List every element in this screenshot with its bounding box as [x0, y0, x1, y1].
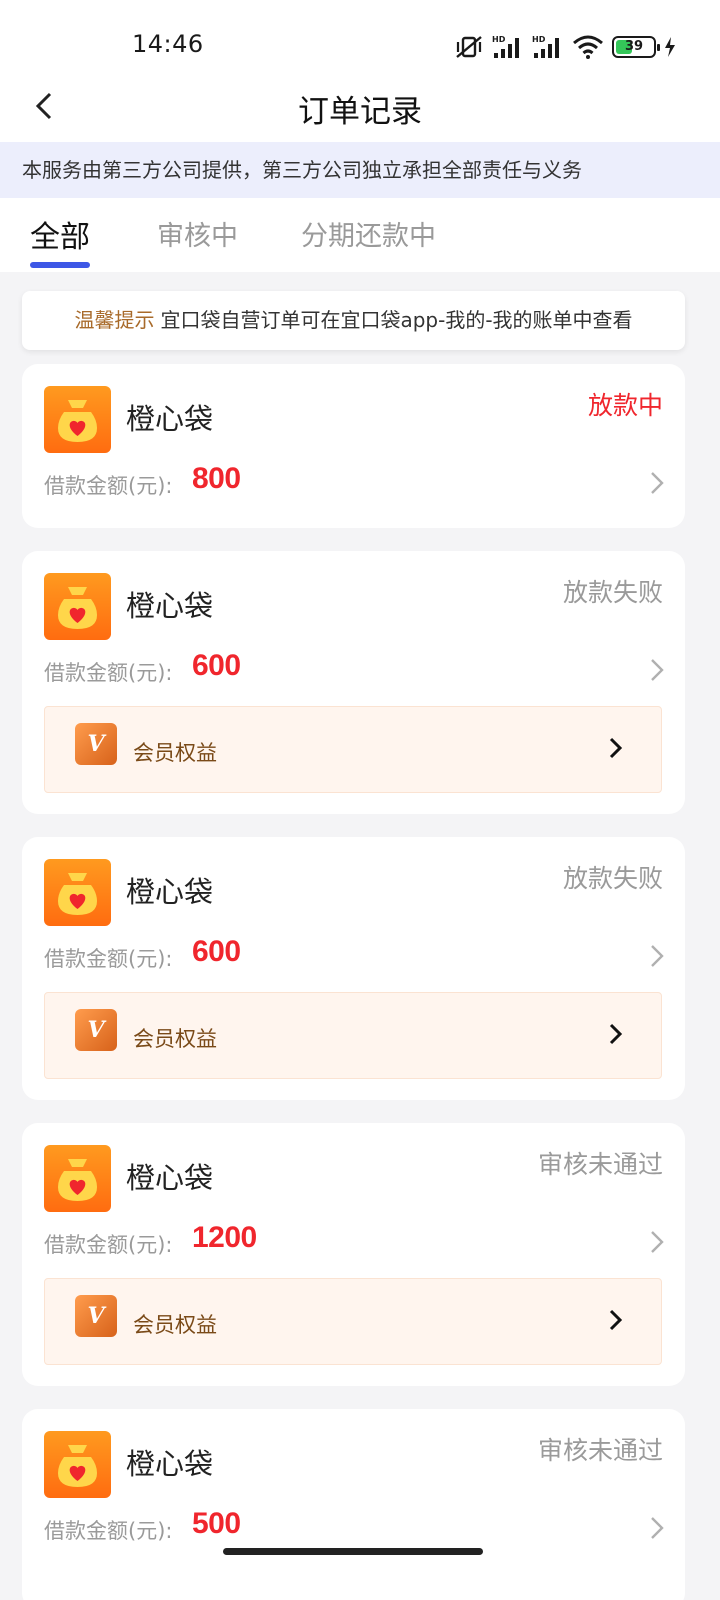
amount-label: 借款金额(元):: [44, 661, 173, 685]
chevron-right-icon: [607, 736, 625, 760]
order-card[interactable]: 橙心袋 放款中借款金额(元): 800: [22, 364, 685, 528]
order-card[interactable]: 橙心袋 放款失败借款金额(元): 600 V 会员权益: [22, 551, 685, 814]
svg-text:HD: HD: [492, 35, 506, 44]
amount-value: 600: [192, 935, 241, 968]
app-name: 橙心袋: [126, 589, 214, 623]
order-card[interactable]: 橙心袋 放款失败借款金额(元): 600 V 会员权益: [22, 837, 685, 1100]
chevron-right-icon[interactable]: [647, 657, 667, 683]
mute-vibrate-icon: [456, 36, 482, 58]
vip-icon: V: [75, 1295, 117, 1337]
tip-card: 温馨提示 宜口袋自营订单可在宜口袋app-我的-我的账单中查看: [22, 291, 685, 350]
svg-text:HD: HD: [532, 35, 546, 44]
order-status: 审核未通过: [537, 1150, 663, 1179]
vip-benefits-row[interactable]: V 会员权益: [44, 1278, 662, 1365]
wifi-icon: [573, 35, 603, 59]
tab-installment[interactable]: 分期还款中: [301, 214, 436, 253]
amount-value: 800: [192, 462, 241, 495]
app-name: 橙心袋: [126, 1161, 214, 1195]
order-status: 放款失败: [562, 578, 663, 607]
battery-level: 39: [624, 39, 644, 54]
tip-label: 温馨提示: [74, 308, 155, 332]
order-status: 放款失败: [562, 864, 663, 893]
chevron-right-icon[interactable]: [647, 1515, 667, 1541]
status-time: 14:46: [132, 30, 204, 58]
vip-label: 会员权益: [133, 1313, 217, 1337]
amount-value: 1200: [192, 1221, 257, 1254]
chevron-right-icon[interactable]: [647, 1229, 667, 1255]
tab-reviewing[interactable]: 审核中: [157, 214, 238, 253]
amount-value: 500: [192, 1507, 241, 1540]
app-name: 橙心袋: [126, 1447, 214, 1481]
money-bag-icon: [44, 1431, 111, 1498]
app-name: 橙心袋: [126, 402, 214, 436]
vip-label: 会员权益: [133, 1027, 217, 1051]
tab-indicator: [30, 262, 90, 268]
status-icons: HD HD 39: [454, 34, 676, 60]
chevron-right-icon[interactable]: [647, 943, 667, 969]
vip-benefits-row[interactable]: V 会员权益: [44, 992, 662, 1079]
vip-benefits-row[interactable]: V 会员权益: [44, 706, 662, 793]
signal-hd-icon: HD: [492, 35, 519, 58]
chevron-right-icon: [607, 1308, 625, 1332]
amount-value: 600: [192, 649, 241, 682]
order-status: 放款中: [587, 391, 663, 420]
money-bag-icon: [44, 1145, 111, 1212]
money-bag-icon: [44, 573, 111, 640]
money-bag-icon: [44, 859, 111, 926]
amount-label: 借款金额(元):: [44, 474, 173, 498]
vip-label: 会员权益: [133, 741, 217, 765]
order-status: 审核未通过: [537, 1436, 663, 1465]
money-bag-icon: [44, 386, 111, 453]
signal-hd-icon-2: HD: [532, 35, 559, 58]
tip-text: 宜口袋自营订单可在宜口袋app-我的-我的账单中查看: [160, 308, 633, 332]
disclaimer-banner: 本服务由第三方公司提供，第三方公司独立承担全部责任与义务: [0, 142, 720, 198]
status-bar: 14:46 HD HD 39: [0, 0, 720, 76]
page-title: 订单记录: [298, 94, 422, 130]
app-name: 橙心袋: [126, 875, 214, 909]
order-card[interactable]: 橙心袋 审核未通过借款金额(元): 500: [22, 1409, 685, 1600]
vip-icon: V: [75, 723, 117, 765]
amount-label: 借款金额(元):: [44, 1519, 173, 1543]
amount-label: 借款金额(元):: [44, 947, 173, 971]
chevron-right-icon[interactable]: [647, 470, 667, 496]
tab-all[interactable]: 全部: [30, 212, 90, 256]
chevron-right-icon: [607, 1022, 625, 1046]
tab-bar: 全部 审核中 分期还款中: [0, 198, 720, 272]
vip-icon: V: [75, 1009, 117, 1051]
home-indicator: [223, 1548, 483, 1555]
charging-icon: [665, 37, 675, 57]
battery-icon: 39: [612, 36, 660, 58]
amount-label: 借款金额(元):: [44, 1233, 173, 1257]
nav-bar: 订单记录: [0, 76, 720, 142]
order-card[interactable]: 橙心袋 审核未通过借款金额(元): 1200 V 会员权益: [22, 1123, 685, 1386]
